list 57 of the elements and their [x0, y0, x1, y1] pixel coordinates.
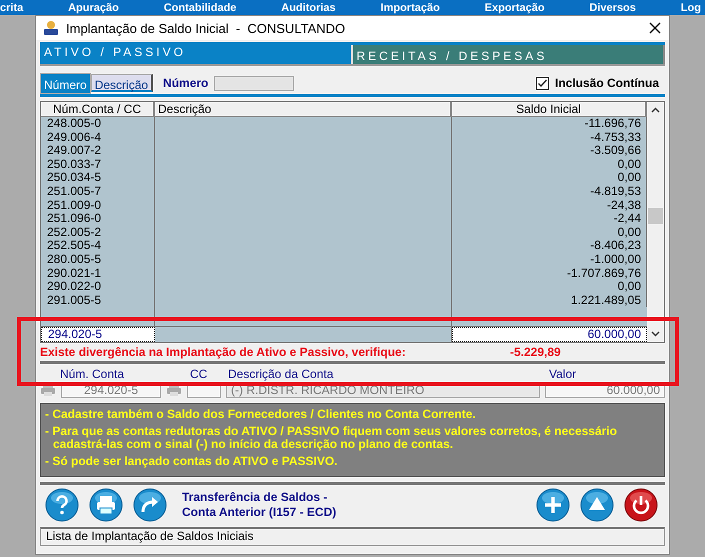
search-label: Número	[163, 76, 208, 90]
menu-item[interactable]: Auditorias	[281, 0, 336, 14]
table-cell: 290.021-1	[41, 266, 155, 280]
move-up-button[interactable]	[579, 487, 615, 523]
exit-button[interactable]	[623, 487, 659, 523]
table-cell: 249.007-2	[41, 144, 155, 158]
menu-item[interactable]: Diversos	[589, 0, 636, 14]
field-label: Valor	[549, 367, 576, 381]
menu-item[interactable]: Apuração	[68, 0, 119, 14]
checkbox[interactable]	[536, 76, 549, 90]
print-button[interactable]	[88, 487, 124, 523]
info-text: - Para que as contas redutoras do ATIVO / PASSIVO fiquem com seus valores corretos, é necessário cadastrá-las com o sinal (-) no início da descrição no plano de contas.	[45, 425, 618, 451]
warning-message: Existe divergência na Implantação de Ativo e Passivo, verifique:	[40, 345, 407, 359]
status-text: Lista de Implantação de Saldos Iniciais	[46, 529, 254, 543]
column-header[interactable]: Núm.Conta / CC	[41, 102, 155, 117]
tab[interactable]: Número	[40, 72, 91, 94]
menu-item[interactable]: Contabilidade	[164, 0, 236, 14]
table-cell: 250.034-5	[41, 171, 155, 185]
menu-item[interactable]: crita	[0, 0, 24, 14]
field-label: Núm. Conta	[60, 367, 124, 381]
table-cell: 251.009-0	[41, 198, 155, 212]
help-button[interactable]	[44, 487, 80, 523]
info-text: - Cadastre também o Saldo dos Fornecedores / Clientes no Conta Corrente.	[45, 408, 477, 421]
column-header[interactable]: Descrição	[155, 102, 452, 117]
menu-item[interactable]: Log	[680, 0, 701, 14]
table-cell-editor[interactable]: 60.000,00	[452, 327, 647, 342]
scroll-down-icon[interactable]	[651, 331, 660, 337]
scroll-up-icon[interactable]	[651, 107, 660, 113]
table-cell-editor[interactable]: 294.020-5	[41, 327, 155, 342]
close-icon[interactable]	[649, 22, 661, 34]
scrollbar[interactable]	[647, 102, 664, 342]
menu-item[interactable]: Exportação	[484, 0, 545, 14]
table-cell: 250.033-7	[41, 158, 155, 172]
info-text: - Só pode ser lançado contas do ATIVO e PASSIVO.	[45, 455, 338, 468]
add-button[interactable]	[535, 487, 571, 523]
table-cell: 290.022-0	[41, 280, 155, 294]
table-cell: 252.505-4	[41, 239, 155, 253]
table-cell: 280.005-5	[41, 252, 155, 267]
search-field[interactable]	[214, 76, 294, 90]
table-cell: 248.005-0	[41, 117, 155, 131]
table-cell: 251.096-0	[41, 212, 155, 226]
table-cell: 252.005-2	[41, 226, 155, 240]
scroll-thumb[interactable]	[648, 208, 663, 224]
checkbox-label[interactable]: Inclusão Contínua	[554, 76, 659, 90]
window-title: Implantação de Saldo Inicial - CONSULTANDO	[66, 20, 346, 36]
tab[interactable]: Descrição	[90, 74, 154, 92]
field-label: CC	[190, 367, 208, 381]
tab[interactable]: RECEITAS / DESPESAS	[350, 45, 665, 64]
warning-value: -5.229,89	[510, 345, 561, 359]
menu-item[interactable]: Importação	[380, 0, 440, 14]
field-label: Descrição da Conta	[228, 367, 334, 381]
transfer-link[interactable]: Transferência de Saldos - Conta Anterior (I157 - ECD)	[182, 490, 347, 520]
redo-button[interactable]	[132, 487, 168, 523]
table-cell: 251.005-7	[41, 184, 155, 199]
app-icon	[42, 20, 60, 36]
table-cell: 249.006-4	[41, 130, 155, 144]
table-cell: 291.005-5	[41, 294, 155, 308]
